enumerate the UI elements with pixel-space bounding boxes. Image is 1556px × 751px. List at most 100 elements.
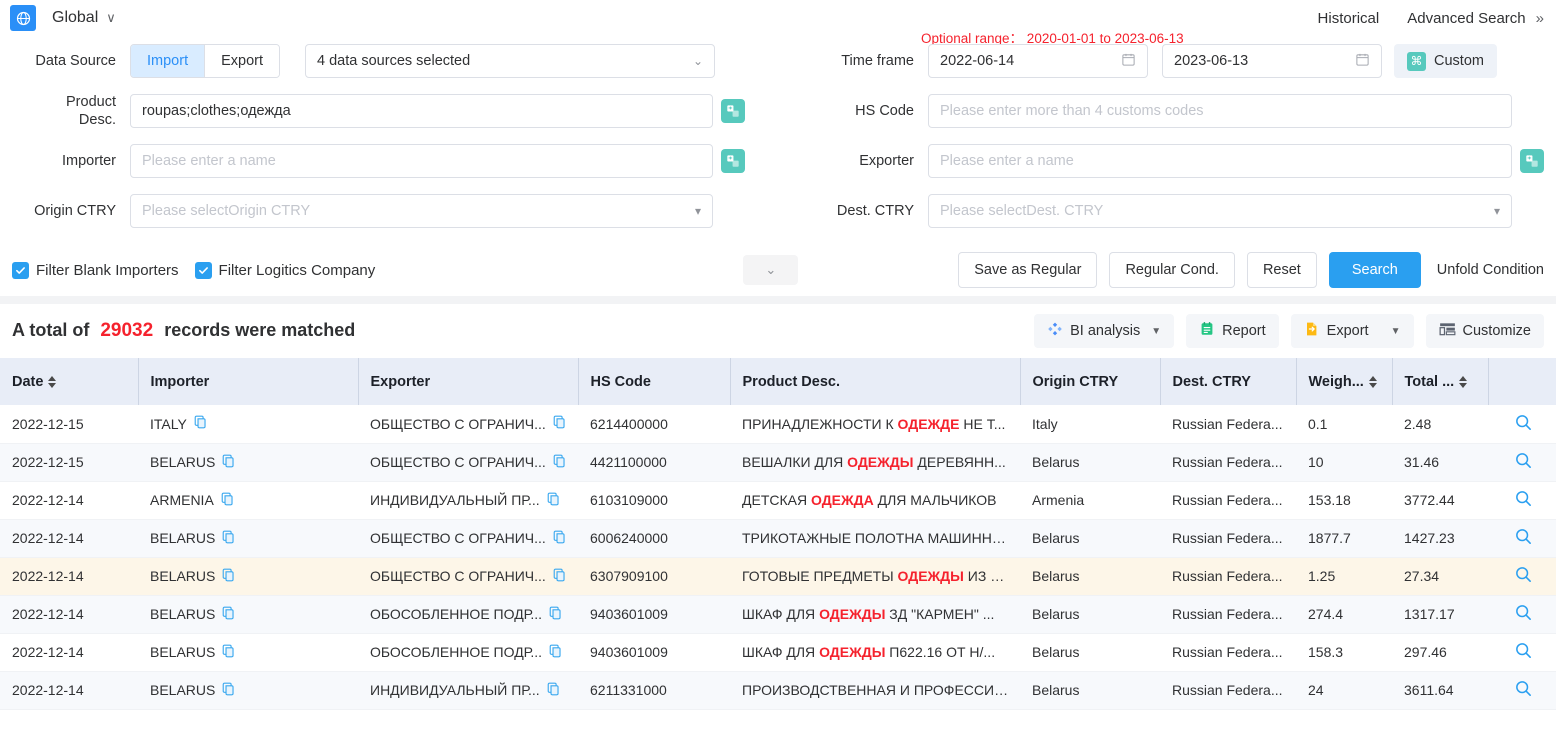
customize-button[interactable]: Customize [1425, 314, 1544, 348]
copy-icon[interactable] [549, 644, 563, 661]
cell-dest-ctry: Russian Federa... [1160, 633, 1296, 672]
calendar-icon[interactable] [1121, 52, 1136, 71]
translate-icon-importer[interactable] [721, 149, 745, 173]
table-row[interactable]: 2022-12-14 BELARUS ОБОСОБЛЕННОЕ ПОДР... 940… [0, 595, 1556, 634]
custom-timeframe-label: Custom [1434, 53, 1484, 69]
table-row[interactable]: 2022-12-14 BELARUS ОБОСОБЛЕННОЕ ПОДР... 940… [0, 633, 1556, 672]
importer-input[interactable]: Please enter a name [130, 144, 713, 178]
column-header-dest-ctry[interactable]: Dest. CTRY [1160, 358, 1297, 405]
copy-icon[interactable] [553, 568, 567, 585]
chevron-down-icon[interactable]: ⌄ [743, 255, 799, 285]
copy-icon[interactable] [222, 568, 236, 585]
table-row[interactable]: 2022-12-14 BELARUS ОБЩЕСТВО С ОГРАНИЧ... 60… [0, 519, 1556, 558]
copy-icon[interactable] [222, 530, 236, 547]
copy-icon[interactable] [221, 492, 235, 509]
importer-value: BELARUS [150, 682, 216, 698]
copy-icon[interactable] [222, 682, 236, 699]
report-button[interactable]: Report [1186, 314, 1279, 348]
export-icon [1304, 321, 1320, 341]
search-detail-icon[interactable] [1500, 489, 1546, 511]
exporter-placeholder: Please enter a name [940, 153, 1074, 169]
column-header-total[interactable]: Total ... [1392, 358, 1489, 405]
search-detail-icon[interactable] [1500, 413, 1546, 435]
checkbox-filter-logistics-company[interactable]: Filter Logitics Company [194, 261, 375, 279]
reset-button[interactable]: Reset [1246, 252, 1317, 288]
cell-detail-action [1488, 595, 1556, 634]
column-label: Product Desc. [742, 373, 841, 390]
column-header-weight[interactable]: Weigh... [1296, 358, 1393, 405]
date-to-input[interactable]: 2023-06-13 [1162, 44, 1382, 78]
sort-icon[interactable] [48, 375, 57, 388]
copy-icon[interactable] [222, 606, 236, 623]
customize-icon [1439, 321, 1456, 341]
column-header-date[interactable]: Date [0, 358, 139, 405]
table-row[interactable]: 2022-12-15 BELARUS ОБЩЕСТВО С ОГРАНИЧ... 44… [0, 443, 1556, 482]
export-button[interactable]: Export [1291, 314, 1382, 348]
copy-icon[interactable] [222, 454, 236, 471]
cell-exporter: ОБЩЕСТВО С ОГРАНИЧ... [358, 443, 578, 482]
column-header-hs-code[interactable]: HS Code [578, 358, 731, 405]
save-as-regular-button[interactable]: Save as Regular [958, 252, 1098, 288]
hs-code-input[interactable]: Please enter more than 4 customs codes [928, 94, 1512, 128]
advanced-search-link[interactable]: Advanced Search [1407, 10, 1525, 27]
cell-date: 2022-12-15 [0, 405, 138, 444]
search-detail-icon[interactable] [1500, 451, 1546, 473]
column-header-exporter[interactable]: Exporter [358, 358, 579, 405]
tab-import[interactable]: Import [131, 45, 205, 77]
column-label: Importer [150, 373, 210, 390]
table-row[interactable]: 2022-12-14 BELARUS ОБЩЕСТВО С ОГРАНИЧ... 63… [0, 557, 1556, 596]
search-detail-icon[interactable] [1500, 565, 1546, 587]
translate-icon-exporter[interactable] [1520, 149, 1544, 173]
search-detail-icon[interactable] [1500, 679, 1546, 701]
translate-icon-product-desc[interactable] [721, 99, 745, 123]
copy-icon[interactable] [194, 415, 208, 432]
chevron-down-icon[interactable]: ∨ [106, 10, 116, 26]
product-desc-input[interactable]: roupas;clothes;одежда [130, 94, 713, 128]
column-header-product-desc[interactable]: Product Desc. [730, 358, 1021, 405]
data-sources-select[interactable]: 4 data sources selected ⌄ [305, 44, 716, 78]
bi-analysis-button[interactable]: BI analysis ▼ [1034, 314, 1175, 348]
copy-icon[interactable] [549, 606, 563, 623]
cell-dest-ctry: Russian Federa... [1160, 595, 1296, 634]
table-row[interactable]: 2022-12-14 ARMENIA ИНДИВИДУАЛЬНЫЙ ПР... 610… [0, 481, 1556, 520]
tab-export[interactable]: Export [204, 45, 280, 77]
copy-icon[interactable] [547, 682, 561, 699]
search-detail-icon[interactable] [1500, 527, 1546, 549]
dest-ctry-select[interactable]: Please selectDest. CTRY ▾ [928, 194, 1512, 228]
double-chevron-right-icon[interactable]: » [1536, 10, 1544, 27]
search-panel: Optional range： 2020-01-01 to 2023-06-13… [0, 31, 1556, 244]
column-header-origin-ctry[interactable]: Origin CTRY [1020, 358, 1161, 405]
copy-icon[interactable] [553, 454, 567, 471]
date-from-input[interactable]: 2022-06-14 [928, 44, 1148, 78]
cell-origin-ctry: Belarus [1020, 443, 1160, 482]
copy-icon[interactable] [553, 415, 567, 432]
calendar-icon[interactable] [1355, 52, 1370, 71]
caret-down-icon: ▾ [694, 204, 701, 218]
regular-cond-button[interactable]: Regular Cond. [1109, 252, 1235, 288]
sort-icon[interactable] [1459, 375, 1468, 388]
exporter-input[interactable]: Please enter a name [928, 144, 1512, 178]
importer-value: BELARUS [150, 530, 216, 546]
table-row[interactable]: 2022-12-15 ITALY ОБЩЕСТВО С ОГРАНИЧ... 6214… [0, 405, 1556, 444]
search-detail-icon[interactable] [1500, 603, 1546, 625]
copy-icon[interactable] [553, 530, 567, 547]
custom-timeframe-button[interactable]: ⌘ Custom [1394, 44, 1497, 78]
column-header-importer[interactable]: Importer [138, 358, 359, 405]
cell-dest-ctry: Russian Federa... [1160, 443, 1296, 482]
checkbox-filter-blank-importers[interactable]: Filter Blank Importers [12, 261, 179, 279]
copy-icon[interactable] [222, 644, 236, 661]
sort-icon[interactable] [1368, 375, 1377, 388]
date-to-value: 2023-06-13 [1174, 53, 1249, 69]
region-label[interactable]: Global [52, 9, 98, 27]
origin-ctry-select[interactable]: Please selectOrigin CTRY ▾ [130, 194, 713, 228]
exporter-value: ОБЩЕСТВО С ОГРАНИЧ... [370, 454, 546, 470]
search-button[interactable]: Search [1328, 252, 1421, 288]
export-dropdown-caret-icon[interactable]: ▼ [1382, 314, 1414, 348]
search-detail-icon[interactable] [1500, 641, 1546, 663]
table-row[interactable]: 2022-12-14 BELARUS ИНДИВИДУАЛЬНЫЙ ПР... 621… [0, 671, 1556, 710]
copy-icon[interactable] [547, 492, 561, 509]
data-source-toggle[interactable]: Import Export [130, 44, 281, 78]
historical-link[interactable]: Historical [1318, 10, 1380, 27]
product-desc-label-line2: Desc. [78, 112, 116, 128]
unfold-condition-link[interactable]: Unfold Condition [1437, 262, 1544, 278]
